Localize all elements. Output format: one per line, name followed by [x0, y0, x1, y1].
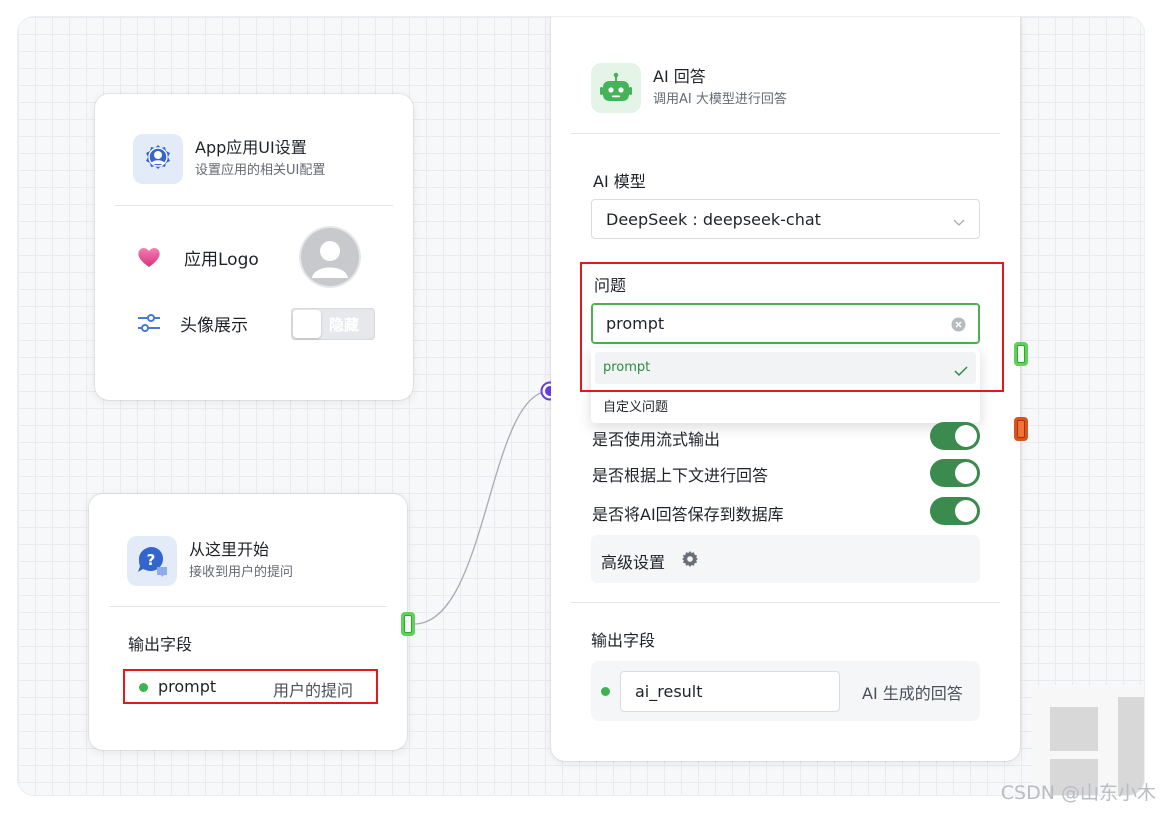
ai-node-divider-top [571, 133, 1000, 134]
stream-output-toggle[interactable] [930, 422, 980, 450]
avatar-display-label: 头像展示 [180, 316, 248, 336]
ai-model-value: DeepSeek : deepseek-chat [606, 209, 821, 229]
start-node-output-port[interactable] [401, 612, 415, 636]
gear-icon [681, 550, 699, 572]
context-answer-label: 是否根据上下文进行回答 [592, 466, 769, 485]
avatar[interactable] [301, 228, 359, 286]
ui-settings-title: App应用UI设置 [195, 138, 307, 157]
ai-output-field: ai_result AI 生成的回答 [591, 661, 980, 721]
question-option-custom[interactable]: 自定义问题 [603, 396, 668, 415]
robot-icon [591, 63, 641, 113]
heart-icon [137, 246, 161, 272]
ui-settings-subtitle: 设置应用的相关UI配置 [195, 163, 326, 178]
toggle-state-text: 隐藏 [329, 316, 360, 334]
start-output-highlight [123, 669, 378, 704]
svg-text:?: ? [147, 551, 156, 569]
toggle-knob [955, 462, 977, 484]
ui-settings-node-icon [133, 134, 183, 184]
avatar-display-toggle[interactable]: 隐藏 [291, 308, 375, 340]
ai-output-field-input[interactable]: ai_result [620, 671, 840, 712]
ai-output-field-name: ai_result [635, 682, 703, 701]
advanced-settings-label: 高级设置 [601, 553, 666, 572]
advanced-settings[interactable]: 高级设置 [591, 535, 980, 583]
ui-settings-divider [115, 205, 393, 206]
start-node-subtitle: 接收到用户的提问 [189, 565, 294, 580]
start-node[interactable]: ? 从这里开始 接收到用户的提问 输出字段 prompt 用户的提问 [89, 494, 407, 750]
app-ui-settings-node[interactable]: App应用UI设置 设置应用的相关UI配置 应用Logo 头像展示 隐藏 [95, 94, 413, 400]
ai-output-label: 输出字段 [591, 631, 656, 650]
start-node-title: 从这里开始 [189, 540, 270, 559]
flow-canvas[interactable]: App应用UI设置 设置应用的相关UI配置 应用Logo 头像展示 隐藏 ? 从… [18, 17, 1144, 795]
ai-output-field-desc: AI 生成的回答 [862, 684, 963, 703]
ai-node-title: AI 回答 [653, 67, 706, 86]
toggle-knob [955, 425, 977, 447]
save-to-db-label: 是否将AI回答保存到数据库 [592, 505, 784, 524]
ai-node-divider-bottom [571, 602, 1000, 603]
sliders-icon [136, 312, 162, 338]
start-output-label: 输出字段 [128, 635, 193, 654]
question-highlight [580, 262, 1004, 392]
context-answer-toggle[interactable] [930, 459, 980, 487]
ai-model-select[interactable]: DeepSeek : deepseek-chat [591, 199, 980, 239]
toggle-knob [955, 500, 977, 522]
chevron-down-icon [953, 213, 965, 232]
stream-output-label: 是否使用流式输出 [592, 430, 721, 449]
ai-node-success-port[interactable] [1014, 342, 1028, 366]
start-node-divider [109, 606, 387, 607]
toggle-knob [293, 310, 321, 338]
question-chat-icon: ? [127, 536, 177, 586]
ai-node-subtitle: 调用AI 大模型进行回答 [653, 92, 787, 107]
save-to-db-toggle[interactable] [930, 497, 980, 525]
ai-model-label: AI 模型 [593, 172, 646, 191]
watermark: CSDN @山东小木 [1000, 782, 1156, 804]
app-logo-label: 应用Logo [184, 250, 259, 270]
ai-node-error-port[interactable] [1014, 417, 1028, 441]
field-status-dot [601, 687, 610, 696]
